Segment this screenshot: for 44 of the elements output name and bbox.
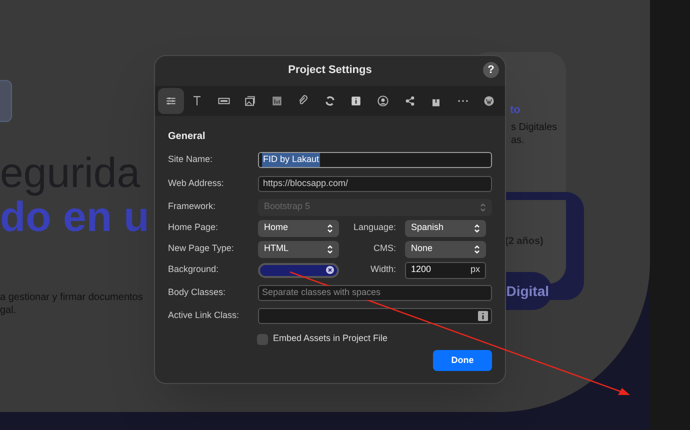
help-button[interactable]: ? <box>483 62 499 78</box>
hero-heading: do en u <box>0 196 150 238</box>
done-button[interactable]: Done <box>433 350 492 371</box>
field-label: Active Link Class: <box>168 309 240 322</box>
checkbox-option[interactable]: Embed Assets in Project File <box>257 332 492 346</box>
field-label: Home Page: <box>168 221 220 234</box>
field-label: New Page Type: <box>168 242 235 256</box>
select-dropdown[interactable]: Home <box>258 220 339 236</box>
field-label: Background: <box>168 263 220 276</box>
checkbox[interactable] <box>257 334 268 344</box>
wordpress-icon <box>482 94 496 108</box>
stepper-icon <box>327 244 333 254</box>
text-field[interactable]: https://blocsapp.com/ <box>258 176 492 192</box>
number-field[interactable]: 1200 px <box>405 262 486 278</box>
stepper-icon <box>327 224 333 232</box>
color-well[interactable] <box>258 262 339 278</box>
field-label: Web Address: <box>168 177 225 190</box>
refresh-icon <box>322 94 337 108</box>
field-label: Language: <box>352 221 397 234</box>
window-title: Project Settings <box>288 63 372 78</box>
chart-icon <box>270 94 284 108</box>
toolbar-tab[interactable] <box>158 88 184 114</box>
card-title: to <box>510 103 520 118</box>
user-icon <box>376 94 390 108</box>
select-dropdown[interactable]: HTML <box>258 240 339 258</box>
selected-text: FID by Lakaut <box>262 153 320 167</box>
unit-label: px <box>470 263 480 276</box>
text-field[interactable] <box>258 308 492 324</box>
field-label: Body Classes: <box>168 286 227 300</box>
text-field[interactable]: FID by Lakaut <box>258 152 492 168</box>
field-label: Framework: <box>168 200 217 214</box>
text-field[interactable]: Separate classes with spaces <box>258 285 492 301</box>
info-icon <box>349 94 364 108</box>
select-dropdown[interactable]: Spanish <box>405 220 486 236</box>
images-icon <box>243 94 258 108</box>
field-label: CMS: <box>372 242 397 256</box>
field-label: Width: <box>369 263 397 276</box>
stepper-icon <box>474 224 480 232</box>
stepper-icon <box>480 202 486 212</box>
field-label: Site Name: <box>168 153 214 166</box>
select-dropdown[interactable]: None <box>405 240 486 258</box>
clear-icon <box>326 266 334 274</box>
stepper-icon <box>474 244 480 254</box>
section-heading: General <box>168 130 206 144</box>
